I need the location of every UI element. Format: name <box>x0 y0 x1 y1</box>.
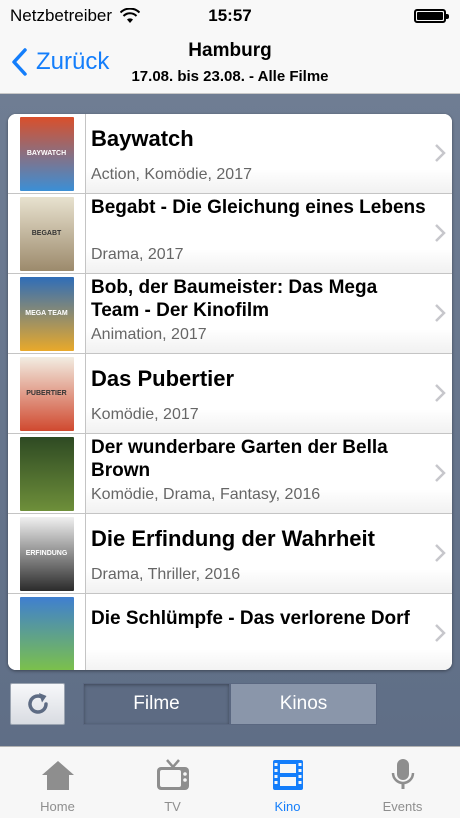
poster-cell: MEGA TEAM <box>8 274 86 353</box>
chevron-right-icon <box>435 624 446 642</box>
movie-list[interactable]: BAYWATCH Baywatch Action, Komödie, 2017 … <box>8 114 452 670</box>
chevron-right-icon <box>435 304 446 322</box>
tab-home[interactable]: Home <box>0 747 115 818</box>
list-item[interactable]: MEGA TEAM Bob, der Baumeister: Das Mega … <box>8 274 452 354</box>
movie-title: Das Pubertier <box>91 366 235 391</box>
list-item[interactable]: ERFINDUNG Die Erfindung der Wahrheit Dra… <box>8 514 452 594</box>
movie-poster: MEGA TEAM <box>19 276 74 351</box>
poster-text: MEGA TEAM <box>25 309 68 317</box>
movie-meta: Drama, Thriller, 2016 <box>91 566 241 583</box>
movie-meta: Komödie, Drama, Fantasy, 2016 <box>91 486 321 503</box>
tv-icon <box>153 755 193 795</box>
poster-cell: PUBERTIER <box>8 354 86 433</box>
page-title: Hamburg <box>188 40 272 61</box>
movie-poster: BAYWATCH <box>19 116 74 191</box>
poster-text <box>46 473 48 475</box>
tab-tv[interactable]: TV <box>115 747 230 818</box>
movie-poster <box>19 596 74 670</box>
status-time: 15:57 <box>208 6 252 25</box>
refresh-button[interactable] <box>10 683 65 725</box>
movie-title: Der wunderbare Garten der Bella Brown <box>91 437 388 481</box>
movie-poster: BEGABT <box>19 196 74 271</box>
movie-meta: Drama, 2017 <box>91 246 184 263</box>
film-icon <box>268 755 308 795</box>
movie-title: Baywatch <box>91 126 194 151</box>
movie-title: Die Erfindung der Wahrheit <box>91 526 375 551</box>
chevron-right-icon <box>435 384 446 402</box>
movie-title: Bob, der Baumeister: Das Mega Team - Der… <box>91 277 378 321</box>
movie-meta: Animation, 2017 <box>91 326 207 343</box>
movie-poster: ERFINDUNG <box>19 516 74 591</box>
tab-label: Home <box>40 799 75 814</box>
list-item[interactable]: BAYWATCH Baywatch Action, Komödie, 2017 <box>8 114 452 194</box>
house-icon <box>38 755 78 795</box>
poster-cell <box>8 434 86 513</box>
status-bar: Netzbetreiber 15:57 <box>0 0 460 32</box>
tab-events[interactable]: Events <box>345 747 460 818</box>
segment-filme[interactable]: Filme <box>83 683 230 725</box>
list-item[interactable]: Die Schlümpfe - Das verlorene Dorf <box>8 594 452 670</box>
page-subtitle: 17.08. bis 23.08. - Alle Filme <box>131 68 329 85</box>
list-item[interactable]: PUBERTIER Das Pubertier Komödie, 2017 <box>8 354 452 434</box>
battery-icon <box>414 9 449 23</box>
tab-label: Kino <box>274 799 301 814</box>
chevron-right-icon <box>435 464 446 482</box>
poster-text: ERFINDUNG <box>25 549 68 557</box>
movie-title: Begabt - Die Gleichung eines Lebens <box>91 197 426 218</box>
list-item[interactable]: Der wunderbare Garten der Bella Brown Ko… <box>8 434 452 514</box>
poster-cell <box>8 594 86 670</box>
poster-cell: BEGABT <box>8 194 86 273</box>
poster-text: BEGABT <box>31 229 62 237</box>
tab-label: TV <box>164 799 181 814</box>
poster-text: BAYWATCH <box>26 149 67 157</box>
chevron-right-icon <box>435 144 446 162</box>
movie-poster: PUBERTIER <box>19 356 74 431</box>
tab-bar: Home TV Kino Events <box>0 746 460 818</box>
segment-kinos[interactable]: Kinos <box>230 683 377 725</box>
poster-text: PUBERTIER <box>26 389 67 397</box>
navigation-bar: Zurück Hamburg 17.08. bis 23.08. - Alle … <box>0 32 460 94</box>
list-item[interactable]: BEGABT Begabt - Die Gleichung eines Lebe… <box>8 194 452 274</box>
poster-cell: ERFINDUNG <box>8 514 86 593</box>
tab-label: Events <box>382 799 423 814</box>
movie-meta: Komödie, 2017 <box>91 406 199 423</box>
poster-text <box>46 633 48 635</box>
movie-poster <box>19 436 74 511</box>
chevron-right-icon <box>435 544 446 562</box>
microphone-icon <box>383 755 423 795</box>
tab-kino[interactable]: Kino <box>230 747 345 818</box>
movie-meta: Action, Komödie, 2017 <box>91 166 252 183</box>
chevron-right-icon <box>435 224 446 242</box>
refresh-icon <box>27 693 48 714</box>
poster-cell: BAYWATCH <box>8 114 86 193</box>
movie-title: Die Schlümpfe - Das verlorene Dorf <box>91 608 410 629</box>
